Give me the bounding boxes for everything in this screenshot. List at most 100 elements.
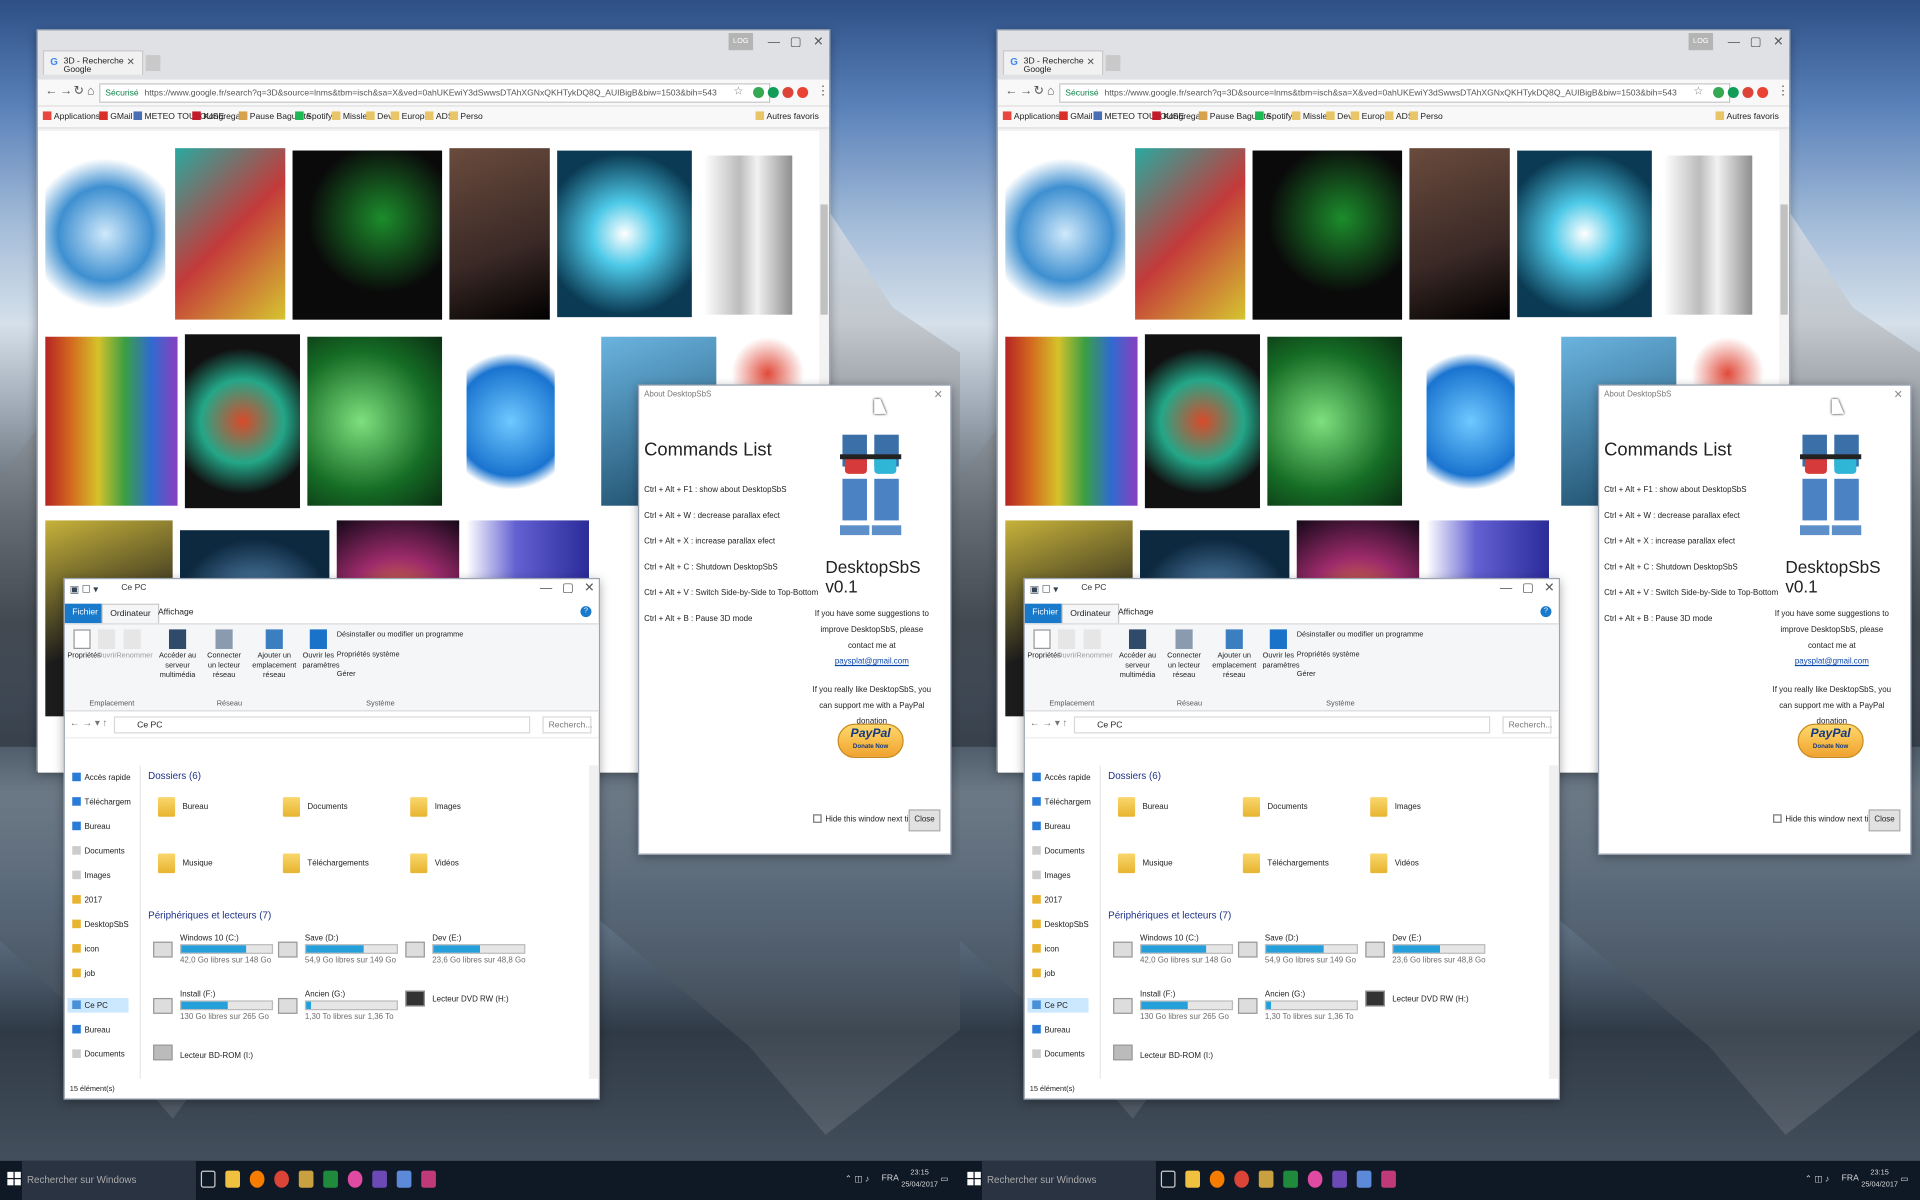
close-icon[interactable]: ✕ — [1773, 36, 1783, 49]
folders-header[interactable]: Dossiers (6) — [1108, 770, 1161, 781]
app-icon[interactable] — [1356, 1170, 1372, 1188]
minimize-icon[interactable]: — — [768, 36, 780, 49]
bookmark-other[interactable]: Autres favoris — [755, 111, 819, 121]
open-settings-button[interactable]: Ouvrir les paramètres — [1262, 629, 1300, 671]
language-indicator[interactable]: FRA — [1842, 1174, 1859, 1183]
app-icon[interactable] — [1307, 1170, 1323, 1188]
extension-icon[interactable] — [1742, 86, 1754, 98]
back-icon[interactable]: ← — [45, 84, 57, 97]
uninstall-button[interactable]: Désinstaller ou modifier un programme — [1297, 632, 1424, 639]
close-icon[interactable]: ✕ — [1544, 582, 1554, 595]
folder-bureau[interactable]: Bureau — [157, 797, 208, 817]
menu-icon[interactable]: ⋮ — [1777, 84, 1789, 97]
manage-button[interactable]: Gérer — [337, 671, 356, 678]
result-image[interactable] — [184, 334, 301, 509]
bookmark-spotify[interactable]: Spotify — [1255, 111, 1292, 121]
extension-icon[interactable] — [767, 86, 779, 98]
maximize-icon[interactable]: ▢ — [1522, 582, 1534, 595]
menu-icon[interactable]: ⋮ — [817, 84, 829, 97]
visual-studio-icon[interactable] — [1332, 1170, 1347, 1188]
extension-icon[interactable] — [797, 86, 809, 98]
open-button[interactable]: Ouvrir — [1057, 629, 1077, 661]
bookmark-star-icon[interactable]: ☆ — [1693, 84, 1703, 97]
tab-fichier[interactable]: Fichier — [64, 603, 106, 624]
bookmark-europe[interactable]: Europe — [1350, 111, 1389, 121]
help-icon[interactable]: ? — [1540, 606, 1552, 618]
nav-job[interactable]: job — [1032, 968, 1055, 978]
system-properties-button[interactable]: Propriétés système — [1297, 651, 1360, 658]
hide-checkbox[interactable]: Hide this window next time — [1773, 814, 1880, 824]
result-image[interactable] — [175, 148, 286, 320]
reload-icon[interactable]: ↻ — [1033, 84, 1043, 97]
extension-icon[interactable] — [1727, 86, 1739, 98]
extension-icon[interactable] — [782, 86, 794, 98]
chrome-icon[interactable] — [1234, 1170, 1249, 1188]
close-icon[interactable]: ✕ — [584, 582, 594, 595]
result-image[interactable] — [1517, 150, 1652, 318]
maximize-icon[interactable]: ▢ — [1750, 36, 1762, 49]
result-image[interactable] — [449, 148, 550, 320]
task-view-icon[interactable] — [1160, 1170, 1176, 1188]
folders-header[interactable]: Dossiers (6) — [148, 770, 201, 781]
home-icon[interactable]: ⌂ — [1047, 84, 1054, 97]
open-settings-button[interactable]: Ouvrir les paramètres — [302, 629, 340, 671]
maximize-icon[interactable]: ▢ — [562, 582, 574, 595]
folder-images[interactable]: Images — [410, 797, 461, 817]
bookmark-perso[interactable]: Perso — [449, 111, 483, 121]
app-icon[interactable] — [421, 1170, 436, 1188]
result-image[interactable] — [1005, 148, 1126, 320]
media-server-button[interactable]: Accéder au serveur multimédia — [151, 629, 205, 680]
file-explorer-icon[interactable] — [225, 1170, 241, 1188]
nav-downloads[interactable]: Téléchargem — [72, 797, 131, 807]
nav-this-pc[interactable]: Ce PC — [67, 997, 129, 1013]
uninstall-button[interactable]: Désinstaller ou modifier un programme — [337, 632, 464, 639]
map-network-drive-button[interactable]: Connecter un lecteur réseau — [202, 629, 246, 680]
media-server-button[interactable]: Accéder au serveur multimédia — [1111, 629, 1165, 680]
close-icon[interactable]: ✕ — [934, 388, 943, 401]
browser-tab[interactable]: G 3D - Recherche Google ✕ — [1002, 50, 1104, 75]
tray-icons[interactable]: ⌃ ◫ ♪ — [845, 1174, 869, 1185]
nav-2017[interactable]: 2017 — [1032, 895, 1062, 905]
notification-icon[interactable]: ▭ — [940, 1174, 948, 1185]
result-image[interactable] — [292, 150, 443, 320]
taskbar-search-input[interactable]: Rechercher sur Windows — [22, 1160, 196, 1200]
email-link[interactable]: paysplat@gmail.com — [835, 658, 909, 667]
notification-icon[interactable]: ▭ — [1900, 1174, 1908, 1185]
open-button[interactable]: Ouvrir — [97, 629, 117, 661]
nav-arrows-icon[interactable]: ← → ▾ ↑ — [70, 718, 108, 729]
close-button[interactable]: Close — [908, 809, 941, 832]
result-image[interactable] — [1409, 148, 1510, 320]
forward-icon[interactable]: → — [1020, 84, 1032, 97]
bookmark-spotify[interactable]: Spotify — [295, 111, 332, 121]
nav-this-pc[interactable]: Ce PC — [1027, 997, 1089, 1013]
paypal-donate-button[interactable]: PayPal Donate Now — [837, 723, 904, 758]
nav-documents[interactable]: Documents — [72, 846, 125, 856]
bookmark-applications[interactable]: Applications — [42, 111, 100, 121]
hide-checkbox[interactable]: Hide this window next time — [813, 814, 920, 824]
extension-icon[interactable] — [1757, 86, 1769, 98]
tab-affichage[interactable]: Affichage — [1111, 604, 1161, 624]
firefox-icon[interactable] — [249, 1170, 265, 1188]
quick-access-toolbar-icon[interactable]: ▣ ☐ ▾ — [70, 584, 98, 595]
search-input[interactable]: Recherch... — [542, 716, 592, 734]
path-input[interactable]: Ce PC — [113, 716, 531, 734]
folder-musique[interactable]: Musique — [1117, 853, 1173, 874]
reload-icon[interactable]: ↻ — [73, 84, 83, 97]
result-image[interactable] — [1664, 155, 1753, 315]
clock[interactable]: 23:15 25/04/2017 — [901, 1167, 938, 1191]
nav-arrows-icon[interactable]: ← → ▾ ↑ — [1030, 718, 1068, 729]
folder-bureau[interactable]: Bureau — [1117, 797, 1168, 817]
extension-icon[interactable] — [753, 86, 765, 98]
result-image[interactable] — [1005, 336, 1138, 506]
close-icon[interactable]: ✕ — [813, 36, 823, 49]
help-icon[interactable]: ? — [580, 606, 592, 618]
nav-desktop[interactable]: Bureau — [72, 821, 110, 831]
excel-icon[interactable] — [1283, 1170, 1298, 1188]
email-link[interactable]: paysplat@gmail.com — [1795, 658, 1869, 667]
devices-header[interactable]: Périphériques et lecteurs (7) — [148, 910, 271, 921]
bookmark-other[interactable]: Autres favoris — [1715, 111, 1779, 121]
nav-desktop-2[interactable]: Bureau — [72, 1024, 110, 1035]
new-tab-button[interactable] — [1105, 55, 1121, 72]
tab-affichage[interactable]: Affichage — [151, 604, 201, 624]
nav-desktop-2[interactable]: Bureau — [1032, 1024, 1070, 1035]
